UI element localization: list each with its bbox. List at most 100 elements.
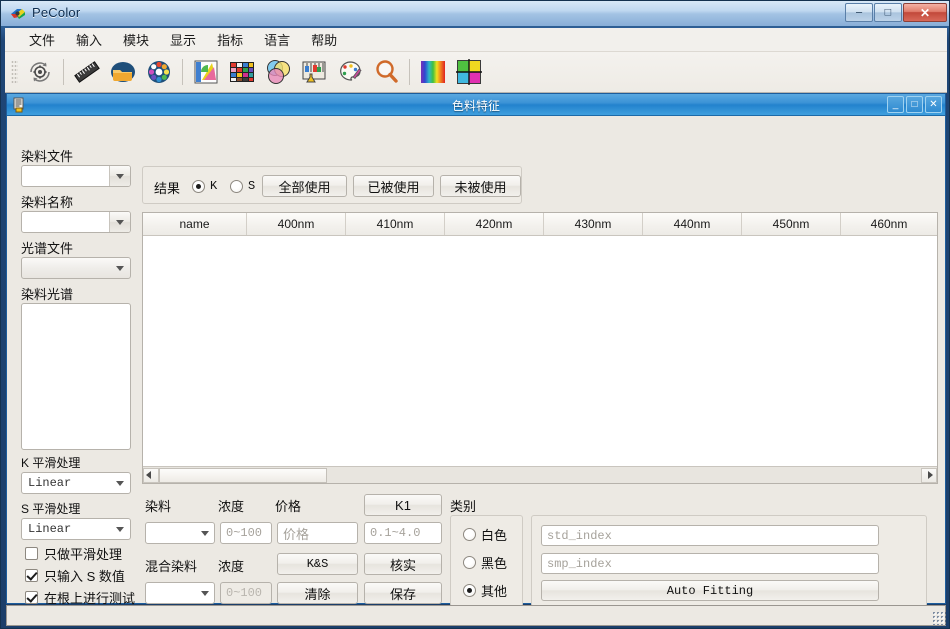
ks-button[interactable]: K&S — [277, 553, 358, 575]
radio-category-white[interactable]: 白色 — [463, 525, 507, 544]
checkbox-test-on-root-box[interactable] — [25, 591, 38, 604]
concentration-label: 浓度 — [218, 499, 245, 514]
color-wheel-icon[interactable] — [143, 56, 175, 88]
radio-category-other-button[interactable] — [463, 584, 476, 597]
spectrum-table[interactable]: name 400nm 410nm 420nm 430nm 440nm 450nm… — [142, 212, 938, 484]
mixed-dye-dropdown-button[interactable] — [196, 583, 214, 603]
spectrum-bars-icon[interactable] — [417, 56, 449, 88]
dye-name-dropdown-button[interactable] — [109, 212, 130, 232]
window-title: PeColor — [32, 5, 81, 20]
table-column-440nm[interactable]: 440nm — [643, 213, 742, 235]
used-button[interactable]: 已被使用 — [353, 175, 434, 197]
save-button[interactable]: 保存 — [364, 582, 442, 604]
category-radio-group: 白色 黑色 其他 — [450, 515, 523, 607]
concentration-input[interactable]: 0~100 — [220, 522, 272, 544]
chevron-down-icon — [115, 266, 124, 271]
smp-index-placeholder: smp_index — [547, 556, 612, 571]
dye-name-combo[interactable] — [21, 211, 131, 233]
spectrum-file-dropdown-button[interactable] — [109, 258, 130, 278]
menu-display[interactable]: 显示 — [160, 27, 207, 52]
checkbox-s-value-only[interactable]: 只输入 S 数值 — [25, 566, 125, 585]
radio-result-k-button[interactable] — [192, 179, 205, 193]
mdi-maximize-button[interactable]: □ — [906, 96, 923, 113]
scrollbar-thumb[interactable] — [159, 467, 327, 483]
radio-category-other[interactable]: 其他 — [463, 581, 507, 600]
color-mixing-circles-icon[interactable] — [262, 56, 294, 88]
mixed-dye-combo[interactable] — [145, 582, 215, 604]
color-chart-grid-icon[interactable] — [226, 56, 258, 88]
color-quadrant-icon[interactable] — [453, 56, 485, 88]
use-all-button[interactable]: 全部使用 — [262, 175, 347, 197]
price-label: 价格 — [275, 499, 302, 514]
table-column-420nm[interactable]: 420nm — [445, 213, 544, 235]
std-index-input[interactable]: std_index — [541, 525, 879, 546]
mdi-close-button[interactable]: ✕ — [925, 96, 942, 113]
table-column-430nm[interactable]: 430nm — [544, 213, 643, 235]
table-horizontal-scrollbar[interactable] — [143, 466, 937, 483]
checkbox-smooth-only[interactable]: 只做平滑处理 — [25, 544, 122, 563]
k1-button[interactable]: K1 — [364, 494, 442, 516]
s-smooth-dropdown-button[interactable] — [109, 519, 130, 539]
resize-grip[interactable] — [932, 611, 946, 625]
verify-button[interactable]: 核实 — [364, 553, 442, 575]
folder-open-icon[interactable] — [107, 56, 139, 88]
dye-dropdown-button[interactable] — [196, 523, 214, 543]
table-column-400nm[interactable]: 400nm — [247, 213, 346, 235]
clear-button[interactable]: 清除 — [277, 582, 358, 604]
spectrum-file-combo[interactable] — [21, 257, 131, 279]
checkbox-s-value-only-box[interactable] — [25, 569, 38, 582]
magnifier-icon[interactable] — [370, 56, 402, 88]
scroll-left-arrow-icon[interactable] — [143, 467, 159, 483]
settings-gear-refresh-icon[interactable] — [24, 56, 56, 88]
minimize-button[interactable]: – — [845, 3, 873, 22]
radio-result-s-button[interactable] — [230, 179, 243, 193]
close-button[interactable]: ✕ — [903, 3, 947, 22]
table-column-460nm[interactable]: 460nm — [841, 213, 937, 235]
menubar: 文件 输入 模块 显示 指标 语言 帮助 — [5, 28, 947, 52]
menu-input[interactable]: 输入 — [66, 27, 113, 52]
radio-result-k[interactable]: K — [192, 179, 217, 193]
paint-palette-icon[interactable] — [334, 56, 366, 88]
concentration-placeholder: 0~100 — [226, 526, 263, 540]
radio-category-white-button[interactable] — [463, 528, 476, 541]
dye-file-label: 染料文件 — [21, 149, 74, 164]
table-column-410nm[interactable]: 410nm — [346, 213, 445, 235]
k-smooth-dropdown-button[interactable] — [109, 473, 130, 493]
ruler-icon[interactable] — [71, 56, 103, 88]
concentration2-placeholder: 0~100 — [226, 586, 263, 600]
color-palette-fan-icon[interactable] — [190, 56, 222, 88]
toolbar-drag-handle[interactable] — [11, 60, 18, 84]
menu-module[interactable]: 模块 — [113, 27, 160, 52]
radio-category-black-button[interactable] — [463, 556, 476, 569]
mdi-minimize-button[interactable]: _ — [887, 96, 904, 113]
dye-combo[interactable] — [145, 522, 215, 544]
dye-file-dropdown-button[interactable] — [109, 166, 130, 186]
k-smooth-combo[interactable]: Linear — [21, 472, 131, 494]
mdi-titlebar: 色料特征 _ □ ✕ — [7, 94, 945, 116]
maximize-button[interactable]: □ — [874, 3, 902, 22]
menu-language[interactable]: 语言 — [254, 27, 301, 52]
table-column-name[interactable]: name — [143, 213, 247, 235]
dye-spectrum-listbox[interactable] — [21, 303, 131, 450]
concentration2-input[interactable]: 0~100 — [220, 582, 272, 604]
dye-file-combo[interactable] — [21, 165, 131, 187]
menu-metrics[interactable]: 指标 — [207, 27, 254, 52]
s-smooth-combo[interactable]: Linear — [21, 518, 131, 540]
radio-category-white-label: 白色 — [481, 528, 508, 543]
smp-index-input[interactable]: smp_index — [541, 553, 879, 574]
menu-help[interactable]: 帮助 — [301, 27, 348, 52]
k1-range-input[interactable]: 0.1~4.0 — [364, 522, 442, 544]
k1-range-placeholder: 0.1~4.0 — [370, 526, 421, 540]
unused-button[interactable]: 未被使用 — [440, 175, 521, 197]
checkbox-smooth-only-box[interactable] — [25, 547, 38, 560]
app-window: PeColor – □ ✕ 文件 输入 模块 显示 指标 语言 帮助 色料特征 … — [0, 0, 950, 629]
lab-flask-icon[interactable] — [298, 56, 330, 88]
menu-file[interactable]: 文件 — [19, 27, 66, 52]
table-column-450nm[interactable]: 450nm — [742, 213, 841, 235]
table-body[interactable] — [143, 236, 937, 460]
radio-category-black[interactable]: 黑色 — [463, 553, 507, 572]
radio-result-s[interactable]: S — [230, 179, 255, 193]
scroll-right-arrow-icon[interactable] — [921, 467, 937, 483]
price-input[interactable]: 价格 — [277, 522, 358, 544]
auto-fitting-button[interactable]: Auto Fitting — [541, 580, 879, 601]
